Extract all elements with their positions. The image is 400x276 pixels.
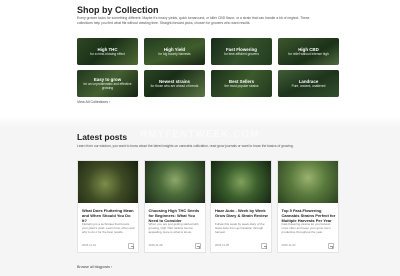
share-icon[interactable] <box>261 243 267 249</box>
collection-card-high-thc[interactable]: High THC for a mind-blowing effect <box>77 38 138 65</box>
share-icon[interactable] <box>327 243 334 249</box>
collection-card-subtitle: for those who are ahead of trends <box>150 83 199 88</box>
collection-card-easy-to-grow[interactable]: Easy to grow for an unproblematic and ef… <box>77 70 138 97</box>
share-icon[interactable] <box>194 243 201 249</box>
collection-card-title: Best Sellers <box>228 78 255 84</box>
collection-card-high-yield[interactable]: High Yield for big bounty harvests <box>144 38 205 65</box>
collection-card-subtitle: for a mind-blowing effect <box>90 51 125 56</box>
post-list: What Does Fluttering Mean and When Shoul… <box>77 160 339 253</box>
view-all-collections-link[interactable]: View All Collections › <box>77 100 110 104</box>
post-title[interactable]: Top 5 Fast-Flowering Cannabis Strains Pe… <box>282 208 336 223</box>
collection-grid: High THC for a mind-blowing effect High … <box>77 38 339 97</box>
post-excerpt: Fluttering is a technique that boosts yo… <box>82 222 135 234</box>
collection-card-fast-flowering[interactable]: Fast Flowering for time-efficient grower… <box>211 38 272 65</box>
collection-card-high-cbd[interactable]: High CBD for relief without intense high <box>278 38 339 65</box>
post-card[interactable]: Choosing High THC Seeds for Beginners: W… <box>143 160 206 253</box>
post-excerpt: Follow this week by week diary of the Ha… <box>215 222 265 234</box>
post-card[interactable]: Haze Auto - Week by Week Grow Diary & St… <box>210 160 272 253</box>
collection-card-title: High Yield <box>163 46 186 52</box>
collection-card-subtitle: for big bounty harvests <box>158 51 191 56</box>
post-title[interactable]: What Does Fluttering Mean and When Shoul… <box>82 208 136 223</box>
latest-posts-section: Latest posts Learn from our wisdom, you … <box>0 126 400 276</box>
collection-card-subtitle: the most popular strains <box>224 83 259 88</box>
post-title[interactable]: Haze Auto - Week by Week Grow Diary & St… <box>215 208 269 218</box>
collection-card-best-sellers[interactable]: Best Sellers the most popular strains <box>211 70 272 97</box>
post-title[interactable]: Choosing High THC Seeds for Beginners: W… <box>149 208 203 223</box>
collection-card-title: High CBD <box>298 46 319 52</box>
post-image[interactable] <box>211 161 271 203</box>
collection-card-subtitle: Pure, ancient, unaltered <box>291 83 326 88</box>
post-card[interactable]: What Does Fluttering Mean and When Shoul… <box>77 160 139 253</box>
collection-card-newest-strains[interactable]: Newest strains for those who are ahead o… <box>144 70 205 97</box>
post-card[interactable]: Top 5 Fast-Flowering Cannabis Strains Pe… <box>276 160 339 253</box>
post-excerpt: Fast-flowering strains let you harvest m… <box>281 222 331 234</box>
browse-all-blogposts-link[interactable]: Browse all blogposts › <box>77 265 112 269</box>
shop-by-collection-title: Shop by Collection <box>77 5 159 15</box>
post-image[interactable] <box>144 161 205 203</box>
post-excerpt: When you are just getting started with g… <box>148 222 199 234</box>
collection-card-subtitle: for time-efficient growers <box>224 51 259 56</box>
latest-posts-title: Latest posts <box>77 132 128 142</box>
watermark: RMYFENTWEEK.COM <box>140 129 260 140</box>
collection-card-title: Easy to grow <box>93 76 122 82</box>
post-date: 2025-11-02 <box>281 243 296 247</box>
shop-by-collection-section: Shop by Collection Every grower looks fo… <box>0 0 400 118</box>
latest-posts-description: Learn from our wisdom, you want to know … <box>77 144 294 148</box>
share-icon[interactable] <box>128 243 134 249</box>
collection-card-title: Newest strains <box>159 78 190 84</box>
post-image[interactable] <box>78 161 138 203</box>
post-date: 2025-11-10 <box>82 243 97 247</box>
collection-card-title: High THC <box>97 46 118 52</box>
shop-by-collection-description: Every grower looks for something differe… <box>77 16 310 25</box>
collection-card-title: Fast Flowering <box>226 46 257 52</box>
post-image[interactable] <box>277 161 338 203</box>
post-date: 2025-11-08 <box>148 243 163 247</box>
collection-card-landrace[interactable]: Landrace Pure, ancient, unaltered <box>278 70 339 97</box>
collection-card-title: Landrace <box>298 78 319 84</box>
collection-card-subtitle: for an unproblematic and effective growi… <box>83 81 132 90</box>
post-date: 2025-11-05 <box>215 243 230 247</box>
collection-card-subtitle: for relief without intense high <box>288 51 329 56</box>
